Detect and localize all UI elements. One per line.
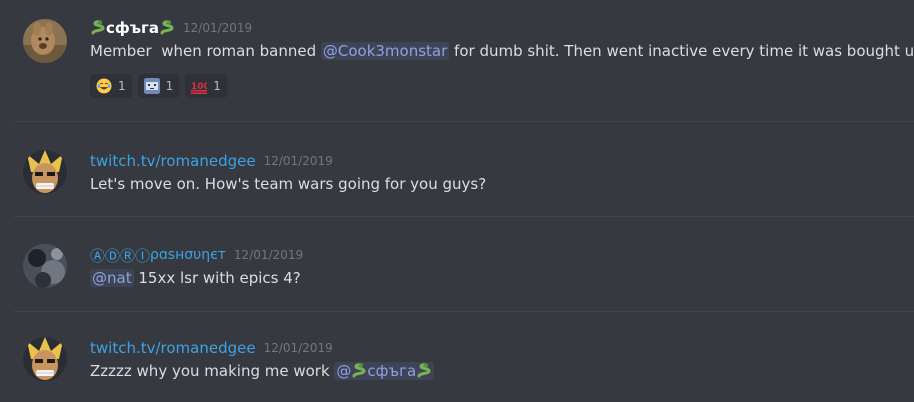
username-suffix[interactable]: ρɑsнσυηєт [150,247,226,263]
message-content: Let's move on. How's team wars going for… [90,173,486,195]
message-text: for dumb shit. Then went inactive every … [449,42,914,60]
message-text: Let's move on. How's team wars going for… [90,175,487,193]
mention-name: сфъга [367,362,417,380]
snake-icon [90,20,106,36]
reactions: 1 1 100 1 [90,74,227,98]
user-mention[interactable]: @Cook3monstar [320,42,450,60]
reaction-count: 1 [165,79,174,93]
face-emoji-icon [143,78,160,94]
divider [14,311,914,312]
message-text: 15xx lsr with epics 4? [133,269,301,287]
message-header: сфъга 12/01/2019 [90,17,252,39]
snake-icon [416,363,432,379]
user-mention[interactable]: @ сфъга [334,362,435,380]
hundred-emoji-icon: 100 [191,82,208,94]
timestamp: 12/01/2019 [183,21,253,35]
timestamp: 12/01/2019 [263,341,333,355]
message-content: @nat 15xx lsr with epics 4? [90,267,301,289]
message-content: Zzzzz why you making me work @ сфъга [90,360,435,382]
avatar-allmight[interactable] [23,337,67,381]
mention-at: @ [336,362,352,380]
snake-icon [159,20,175,36]
username[interactable]: сфъга [106,19,159,37]
message-1: сфъга 12/01/2019 Member when roman banne… [0,17,914,107]
message-4: twitch.tv/romanedgee 12/01/2019 Zzzzz wh… [0,337,914,387]
reaction-hundred[interactable]: 100 1 [185,74,227,98]
user-mention[interactable]: @nat [90,269,134,287]
timestamp: 12/01/2019 [233,248,304,262]
snake-icon [351,363,367,379]
message-text: Member when roman banned [90,42,321,60]
reaction-joy[interactable]: 1 [90,74,132,98]
message-text: Zzzzz why you making me work [90,362,335,380]
username[interactable]: twitch.tv/romanedgee [90,339,256,357]
chat-log: сфъга 12/01/2019 Member when roman banne… [0,0,914,402]
message-header: twitch.tv/romanedgee 12/01/2019 [90,150,333,172]
message-header: ⒶⒹⓇⒾ ρɑsнσυηєт 12/01/2019 [90,244,303,266]
timestamp: 12/01/2019 [263,154,333,168]
reaction-count: 1 [213,79,221,93]
username[interactable]: ⒶⒹⓇⒾ [90,245,150,266]
divider [14,216,914,217]
message-content: Member when roman banned @Cook3monstar f… [90,40,914,62]
message-header: twitch.tv/romanedgee 12/01/2019 [90,337,333,359]
avatar-allmight[interactable] [23,150,67,194]
joy-emoji-icon [96,78,112,94]
reaction-face[interactable]: 1 [137,74,180,98]
avatar-kangaroo[interactable] [23,19,67,63]
message-2: twitch.tv/romanedgee 12/01/2019 Let's mo… [0,150,914,200]
username[interactable]: twitch.tv/romanedgee [90,152,256,170]
divider [14,121,914,122]
reaction-count: 1 [118,79,126,93]
avatar-adri[interactable] [23,244,67,288]
message-3: ⒶⒹⓇⒾ ρɑsнσυηєт 12/01/2019 @nat 15xx lsr … [0,244,914,294]
